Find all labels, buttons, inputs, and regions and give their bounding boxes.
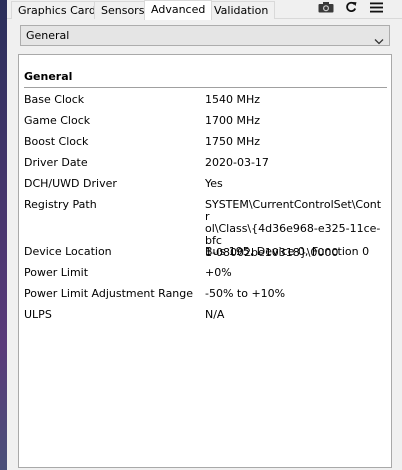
tab-validation[interactable]: Validation (207, 1, 276, 19)
section-title: General (24, 70, 73, 83)
property-key: ULPS (24, 308, 52, 321)
property-key: Power Limit (24, 266, 89, 279)
property-value: Yes (205, 177, 223, 190)
property-key: Game Clock (24, 114, 91, 127)
category-select-value: General (26, 29, 70, 42)
category-select[interactable]: General (20, 25, 390, 46)
tab-advanced[interactable]: Advanced (144, 0, 213, 20)
property-key: Base Clock (24, 93, 85, 106)
property-value: N/A (205, 308, 225, 321)
property-key: Power Limit Adjustment Range (24, 287, 194, 300)
property-key: Registry Path (24, 198, 97, 211)
gpu-z-window: Graphics Card Sensors Advanced Validatio… (7, 0, 402, 470)
tab-bar: Graphics Card Sensors Advanced Validatio… (7, 0, 402, 20)
property-value: 1750 MHz (205, 135, 261, 148)
chevron-down-icon (374, 32, 384, 45)
property-value: -50% to +10% (205, 287, 286, 300)
property-value: +0% (205, 266, 232, 279)
menu-icon[interactable] (369, 0, 383, 14)
tab-graphics-card[interactable]: Graphics Card (11, 1, 103, 19)
property-key: Boost Clock (24, 135, 89, 148)
section-divider (24, 87, 387, 88)
property-value: 2020-03-17 (205, 156, 269, 169)
property-key: Device Location (24, 245, 112, 258)
property-value-line: ol\Class\{4d36e968-e325-11ce-bfc (205, 222, 381, 247)
refresh-icon[interactable] (344, 0, 358, 14)
property-value: Bus 195, Device 0, Function 0 (205, 245, 370, 258)
property-value: 1540 MHz (205, 93, 261, 106)
property-key: DCH/UWD Driver (24, 177, 117, 190)
property-key: Driver Date (24, 156, 88, 169)
property-value: 1700 MHz (205, 114, 261, 127)
properties-panel[interactable]: General Base Clock 1540 MHz Game Clock 1… (18, 54, 392, 468)
camera-icon[interactable] (317, 0, 335, 14)
property-value-line: SYSTEM\CurrentControlSet\Contr (205, 198, 382, 223)
tab-sensors[interactable]: Sensors (94, 1, 152, 19)
